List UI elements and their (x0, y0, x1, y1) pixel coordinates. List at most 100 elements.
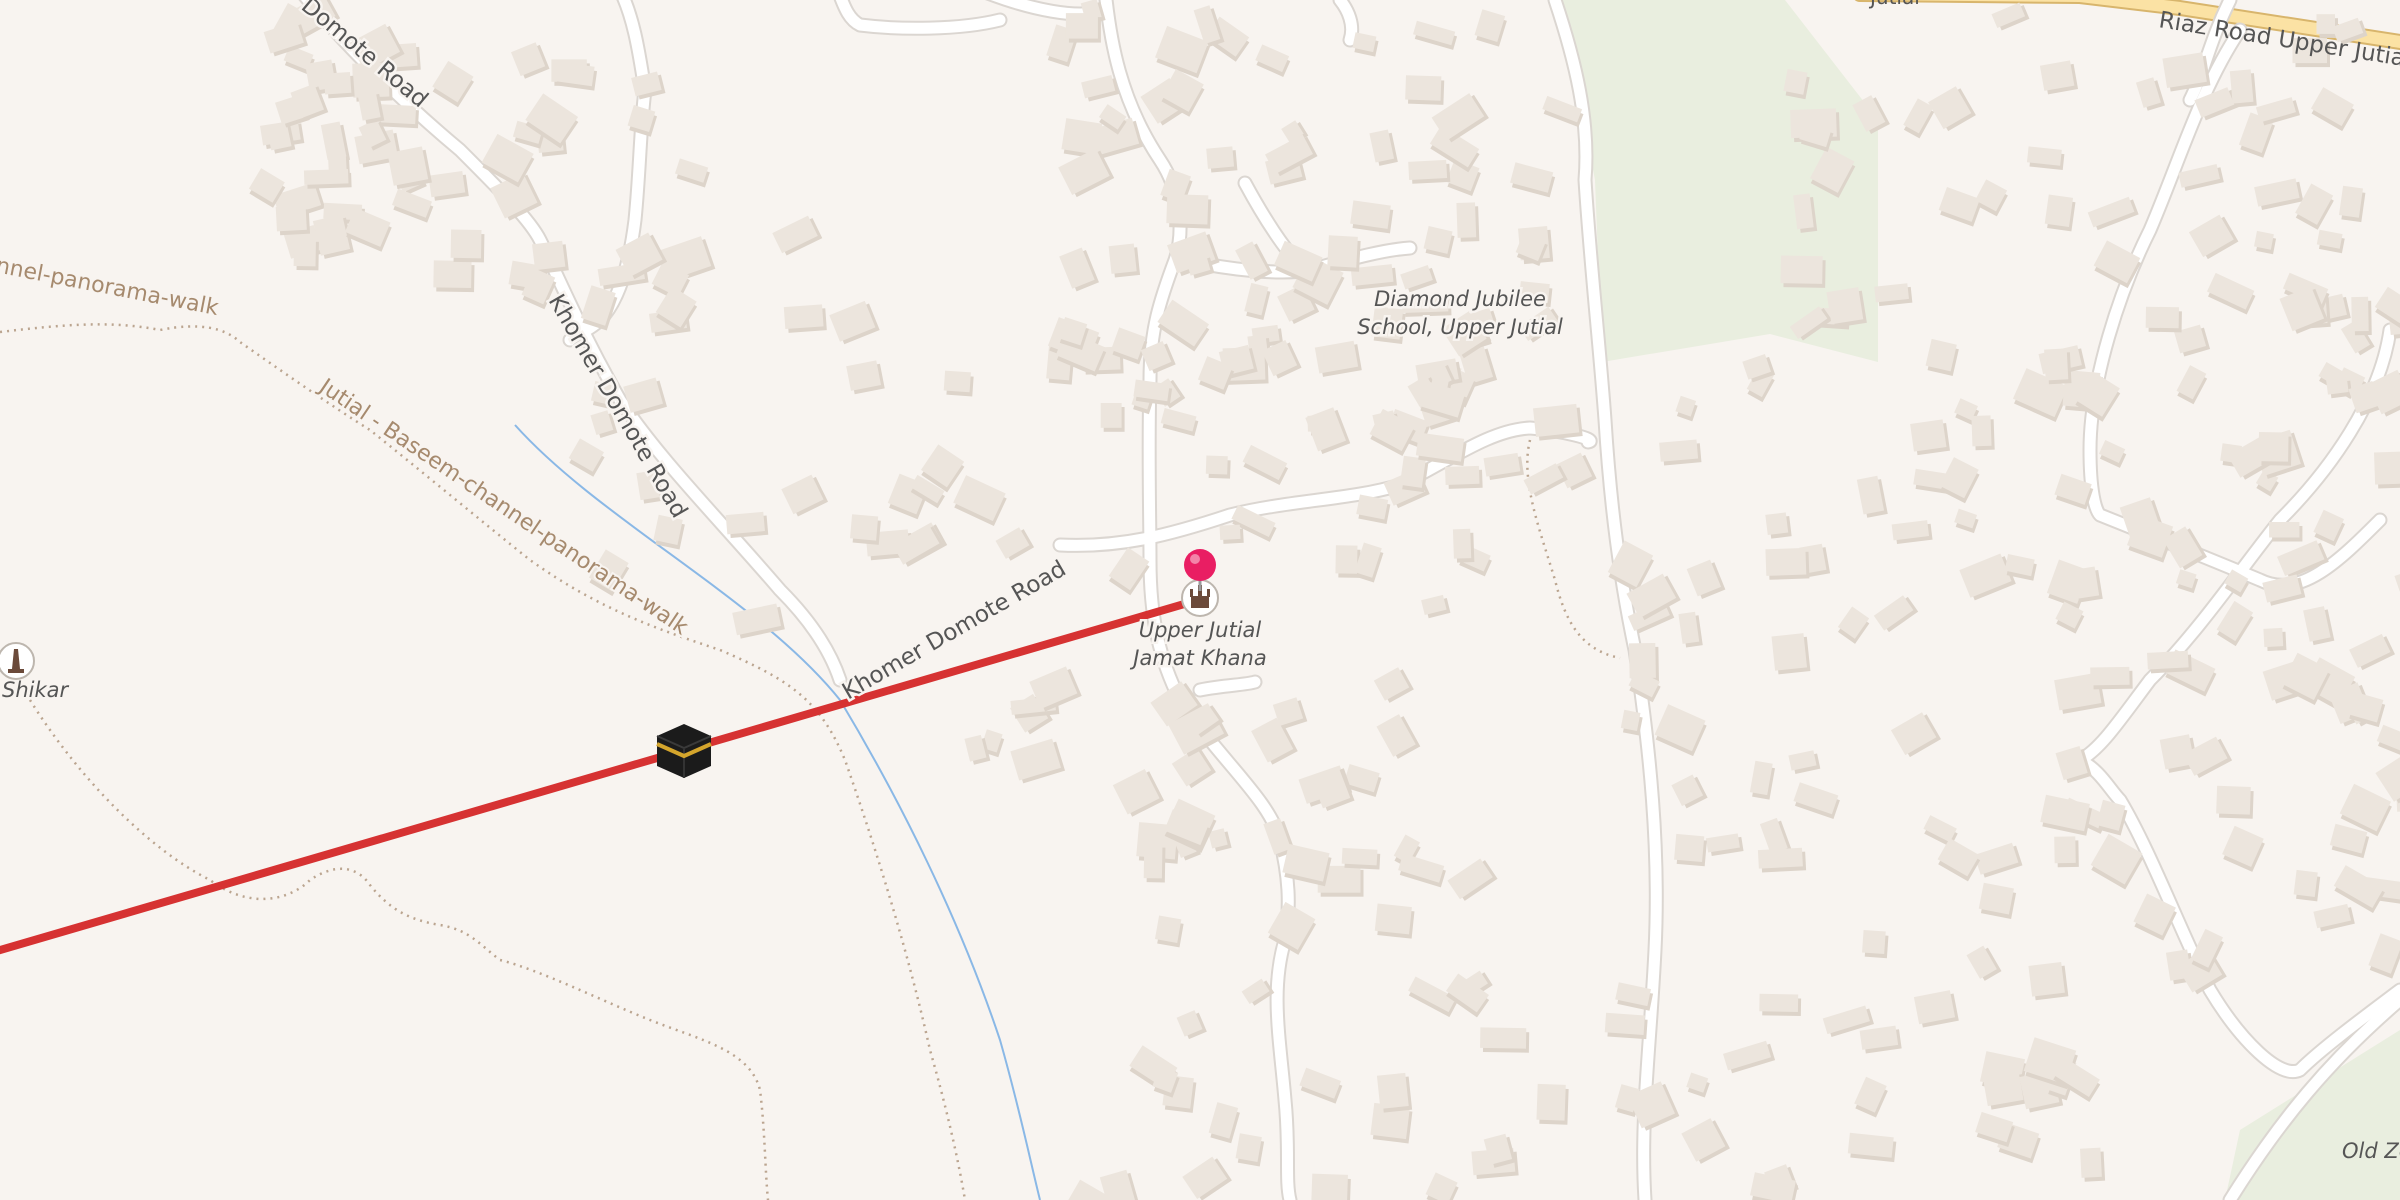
kaaba-icon[interactable] (656, 724, 712, 778)
building (432, 60, 474, 103)
building (1112, 769, 1160, 815)
building (2338, 185, 2363, 218)
area-label: Old Zo (2342, 1139, 2400, 1163)
building (450, 229, 482, 259)
building (783, 304, 824, 330)
building (2269, 522, 2300, 538)
building (849, 514, 879, 541)
building (1674, 833, 1705, 863)
building (1166, 193, 1209, 225)
building (1405, 75, 1442, 101)
building (303, 168, 349, 185)
building (1757, 847, 1803, 869)
building (2044, 194, 2074, 228)
building (433, 260, 472, 289)
building (1826, 287, 1864, 325)
building (2079, 1147, 2102, 1178)
building (1765, 512, 1789, 536)
building (1354, 542, 1382, 578)
building (2090, 666, 2130, 686)
building (1065, 13, 1098, 39)
building (2162, 52, 2207, 89)
building (1182, 1156, 1228, 1199)
building (2258, 431, 2289, 462)
building (2293, 869, 2318, 898)
building (1452, 528, 1472, 559)
building (1143, 843, 1163, 879)
building (1910, 419, 1947, 452)
building (275, 205, 307, 232)
building (1327, 235, 1358, 268)
building (323, 71, 352, 95)
building (2351, 296, 2369, 332)
building (1536, 1083, 1566, 1121)
building (1862, 929, 1886, 954)
building (1219, 524, 1241, 540)
road-label: Jutial (1868, 0, 1920, 9)
building (2028, 961, 2065, 997)
building (1765, 547, 1807, 576)
building (2253, 230, 2274, 250)
buildings (248, 0, 2400, 1200)
building (2216, 785, 2251, 815)
map-canvas[interactable]: Domote Road Khomer Domote Road Khomer Do… (0, 0, 2400, 1200)
building (1771, 633, 1808, 671)
building (1780, 255, 1823, 284)
building (2263, 627, 2284, 648)
building (2373, 451, 2400, 485)
building (532, 240, 566, 271)
building (1376, 1072, 1409, 1109)
building (293, 237, 316, 267)
building (2394, 568, 2400, 592)
building (1205, 455, 1228, 475)
building (1374, 903, 1412, 935)
building (2039, 60, 2075, 91)
building (1659, 439, 1699, 462)
building (1533, 403, 1580, 437)
building (1759, 993, 1799, 1012)
school-label: Diamond Jubilee (1374, 287, 1546, 311)
building (2326, 377, 2349, 395)
building (1444, 465, 1480, 485)
building (1267, 901, 1316, 950)
building (943, 370, 971, 393)
building (1311, 1173, 1348, 1200)
building (1335, 545, 1358, 574)
building (1108, 243, 1137, 274)
monument-icon[interactable] (0, 642, 35, 680)
building (1408, 159, 1448, 180)
building (1971, 415, 1992, 447)
building (2145, 306, 2179, 329)
building (725, 511, 765, 535)
building (1928, 86, 1972, 130)
building (387, 146, 429, 186)
building (1341, 847, 1378, 866)
stream (514, 424, 1041, 1200)
building (1783, 68, 1808, 95)
jamat-khana-label: Jamat Khana (1129, 646, 1266, 670)
building (1604, 1012, 1645, 1035)
jamat-khana-label: Upper Jutial (1139, 618, 1262, 642)
building (2044, 348, 2069, 381)
walk-label: nnel-panorama-walk (0, 253, 221, 321)
building (1235, 1133, 1262, 1162)
building (2054, 836, 2076, 864)
building (2229, 69, 2254, 104)
building (2375, 749, 2400, 802)
building (2071, 566, 2100, 600)
building (921, 444, 965, 488)
building (1890, 712, 1937, 756)
building (2147, 650, 2189, 670)
building (1206, 146, 1235, 169)
building (1982, 1070, 2024, 1107)
building (1480, 1027, 1527, 1049)
building (1399, 455, 1426, 488)
building (1456, 202, 1477, 238)
building (1620, 709, 1641, 732)
footpaths (0, 323, 1621, 1200)
building (1154, 915, 1182, 943)
building (2188, 214, 2234, 258)
building (2316, 14, 2335, 34)
building (1100, 403, 1122, 428)
shikar-label: Shikar (2, 678, 70, 702)
